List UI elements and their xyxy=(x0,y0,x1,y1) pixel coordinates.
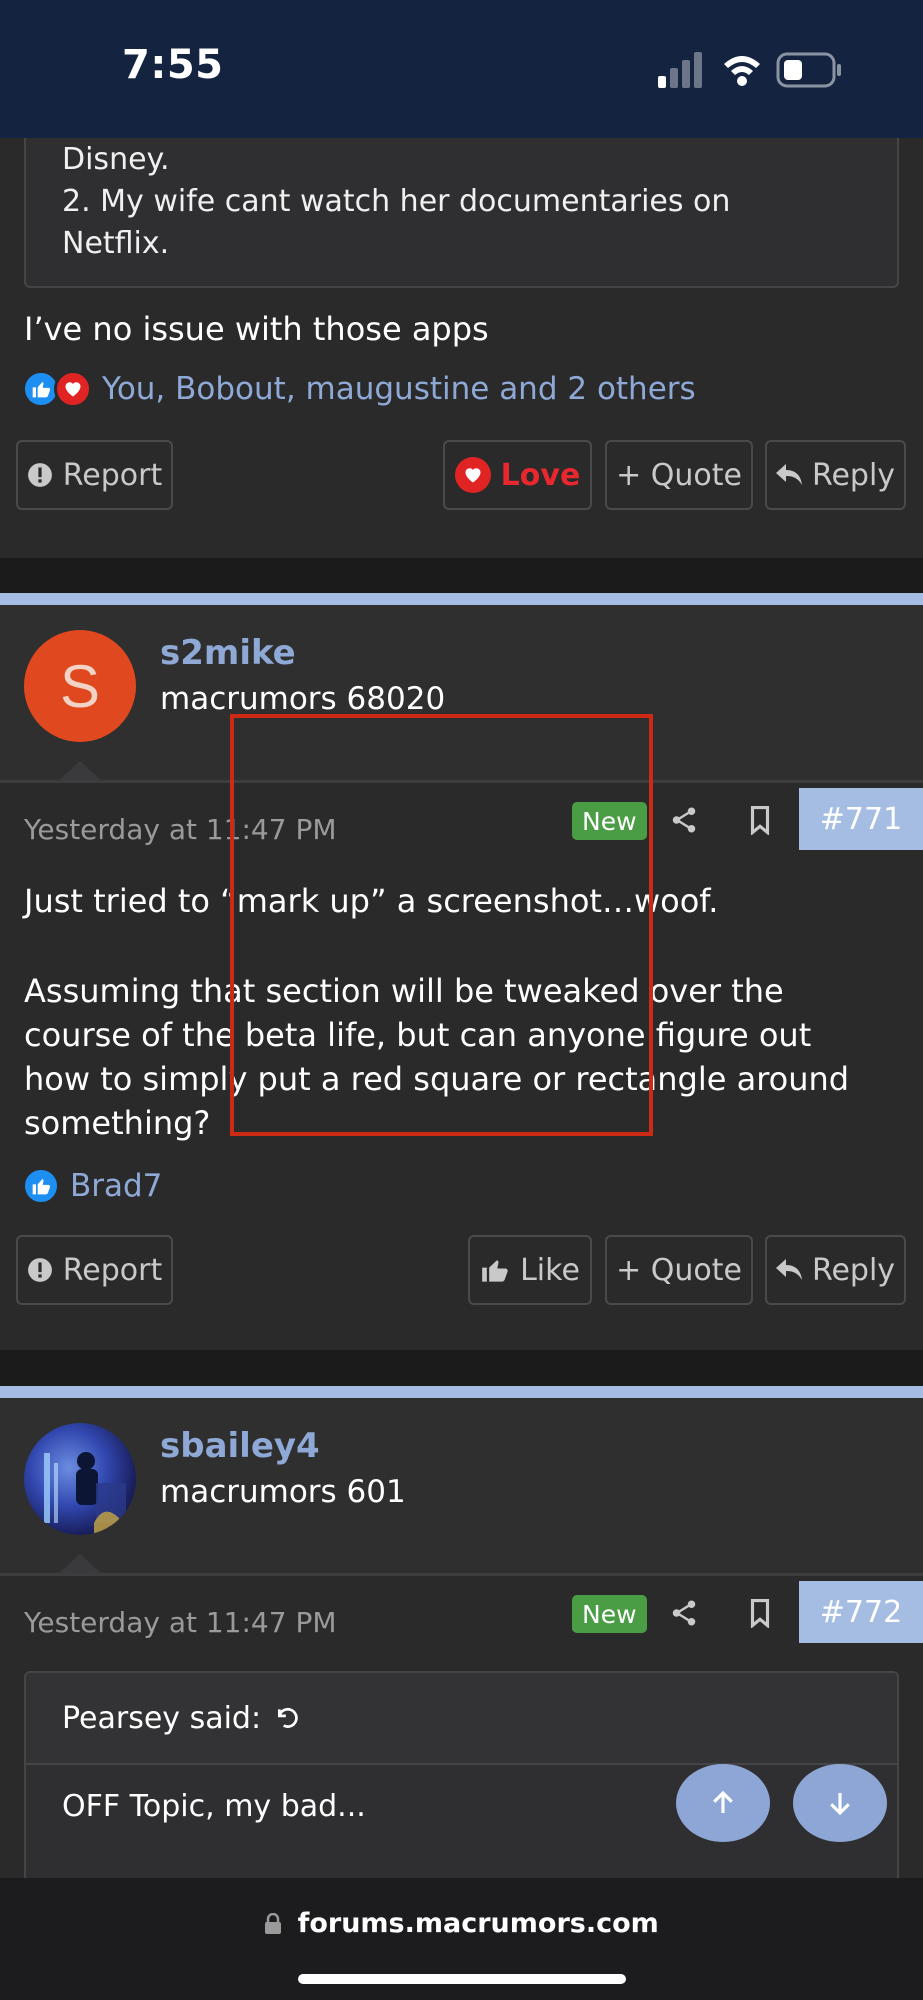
post-number-link[interactable]: #771 xyxy=(799,788,923,850)
like-label: Like xyxy=(520,1252,580,1288)
scroll-up-button[interactable] xyxy=(676,1764,770,1842)
home-indicator[interactable] xyxy=(298,1974,626,1984)
thumbs-up-icon xyxy=(482,1260,508,1282)
report-button[interactable]: Report xyxy=(16,1235,173,1305)
post-772: Yesterday at 11:47 PM New #772 Pearsey s… xyxy=(0,1573,923,1881)
like-button[interactable]: Like xyxy=(468,1235,592,1305)
browser-address-bar[interactable]: forums.macrumors.com xyxy=(0,1878,923,2000)
quote-header[interactable]: Pearsey said: xyxy=(26,1673,897,1765)
quote-block: Pearsey said: OFF Topic, my bad... xyxy=(24,1671,899,1881)
quote-line: Netflix. xyxy=(62,226,170,261)
new-badge: New xyxy=(572,1595,647,1633)
reactions-summary[interactable]: You, Bobout, maugustine and 2 others xyxy=(22,370,696,408)
quote-author: Pearsey said: xyxy=(62,1700,262,1736)
go-to-quote-icon[interactable] xyxy=(275,1705,301,1731)
reply-button[interactable]: Reply xyxy=(765,1235,906,1305)
status-icons xyxy=(658,52,841,88)
avatar[interactable]: S xyxy=(24,630,136,742)
reply-label: Reply xyxy=(811,1252,896,1288)
post-number-link[interactable]: #772 xyxy=(799,1581,923,1643)
avatar-image xyxy=(44,1452,126,1535)
post-divider xyxy=(0,593,923,605)
wifi-icon xyxy=(724,56,760,86)
report-button[interactable]: Report xyxy=(16,440,173,510)
quote-button[interactable]: + Quote xyxy=(605,440,753,510)
reply-icon xyxy=(775,1259,802,1280)
url-display[interactable]: forums.macrumors.com xyxy=(0,1908,923,1939)
quote-label: + Quote xyxy=(616,457,742,493)
love-button[interactable]: Love xyxy=(443,440,592,510)
username-link[interactable]: s2mike xyxy=(160,633,296,673)
cellular-signal-icon xyxy=(658,52,702,88)
post-timestamp[interactable]: Yesterday at 11:47 PM xyxy=(24,1606,337,1639)
reply-icon xyxy=(775,464,802,485)
quote-label: + Quote xyxy=(616,1252,742,1288)
battery-icon xyxy=(776,52,841,88)
share-icon[interactable] xyxy=(669,805,699,835)
reactions-text: You, Bobout, maugustine and 2 others xyxy=(102,371,696,407)
reactions-text: Brad7 xyxy=(70,1168,163,1204)
reply-label: Reply xyxy=(811,457,896,493)
alert-icon xyxy=(27,463,52,487)
arrow-up-icon xyxy=(713,1790,733,1813)
love-label: Love xyxy=(500,457,581,493)
lock-icon xyxy=(265,1912,282,1934)
user-title: macrumors 68020 xyxy=(160,681,446,717)
post-separator xyxy=(0,1350,923,1386)
like-reaction-icon xyxy=(22,1167,60,1205)
markup-rectangle xyxy=(230,714,653,1136)
quote-block: Disney. 2. My wife cant watch her docume… xyxy=(24,138,899,288)
quote-line: 2. My wife cant watch her documentaries … xyxy=(62,184,731,219)
post-body-line: something? xyxy=(24,1104,211,1142)
bookmark-icon[interactable] xyxy=(745,805,775,835)
bookmark-icon[interactable] xyxy=(745,1598,775,1628)
share-icon[interactable] xyxy=(669,1598,699,1628)
love-reaction-icon xyxy=(54,370,92,408)
status-time: 7:55 xyxy=(122,42,224,88)
post-body: I’ve no issue with those apps xyxy=(24,310,489,348)
user-title: macrumors 601 xyxy=(160,1474,406,1510)
report-label: Report xyxy=(62,457,163,493)
love-icon xyxy=(454,457,491,493)
status-bar: 7:55 xyxy=(0,0,923,138)
username-link[interactable]: sbailey4 xyxy=(160,1426,320,1466)
post-divider xyxy=(0,1386,923,1398)
quote-button[interactable]: + Quote xyxy=(605,1235,753,1305)
quote-line: Disney. xyxy=(62,142,170,177)
arrow-down-icon xyxy=(830,1793,850,1816)
reply-button[interactable]: Reply xyxy=(765,440,906,510)
report-label: Report xyxy=(62,1252,163,1288)
post-user-header: sbailey4 macrumors 601 xyxy=(0,1398,923,1573)
url-text: forums.macrumors.com xyxy=(297,1908,659,1939)
post-separator xyxy=(0,558,923,594)
alert-icon xyxy=(27,1258,52,1282)
scroll-down-button[interactable] xyxy=(793,1764,887,1842)
reactions-summary[interactable]: Brad7 xyxy=(22,1167,162,1205)
avatar[interactable] xyxy=(24,1423,136,1535)
